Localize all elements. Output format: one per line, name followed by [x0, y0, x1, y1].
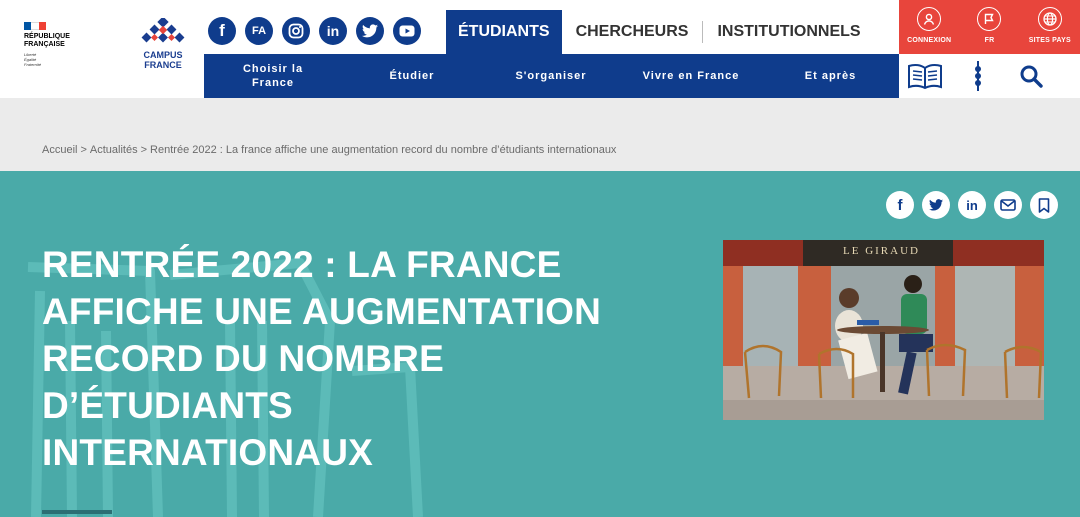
republique-name: RÉPUBLIQUE FRANÇAISE: [24, 33, 70, 48]
breadcrumb-band: Accueil > Actualités > Rentrée 2022 : La…: [0, 98, 1080, 171]
connexion-label: CONNEXION: [907, 37, 952, 44]
share-bookmark-icon[interactable]: [1030, 191, 1058, 219]
catalogue-book-icon[interactable]: [899, 62, 951, 90]
language-button[interactable]: FR: [959, 0, 1019, 54]
article-hero: f in RENTRÉE 2022 : LA FRANCE AFFICHE UN…: [0, 171, 1080, 517]
share-linkedin-glyph: in: [966, 197, 978, 213]
menu-dots-icon[interactable]: [951, 59, 1005, 93]
globe-icon: [1037, 7, 1062, 31]
article-title: RENTRÉE 2022 : LA FRANCE AFFICHE UNE AUG…: [42, 244, 602, 473]
breadcrumb-separator: >: [80, 144, 87, 156]
photo-sign-text: LE GIRAUD: [843, 245, 920, 257]
breadcrumb-current: Rentrée 2022 : La france affiche une aug…: [150, 144, 617, 156]
twitter-glyph: [362, 24, 378, 38]
breadcrumb: Accueil > Actualités > Rentrée 2022 : La…: [42, 144, 616, 156]
fa-icon[interactable]: FA: [245, 17, 273, 45]
breadcrumb-actualites[interactable]: Actualités: [90, 144, 138, 156]
connexion-button[interactable]: CONNEXION: [899, 0, 959, 54]
site-header: RÉPUBLIQUE FRANÇAISE Liberté Égalité Fra…: [0, 0, 1080, 98]
french-flag-icon: [24, 22, 46, 30]
share-email-icon[interactable]: [994, 191, 1022, 219]
share-twitter-icon[interactable]: [922, 191, 950, 219]
instagram-icon[interactable]: [282, 17, 310, 45]
breadcrumb-separator: >: [140, 144, 148, 156]
campus-france-logo[interactable]: CAMPUS FRANCE: [132, 18, 194, 70]
share-bar: f in: [886, 191, 1058, 219]
instagram-glyph: [288, 23, 304, 39]
campus-france-wordmark: CAMPUS FRANCE: [143, 50, 183, 70]
republique-francaise-logo[interactable]: RÉPUBLIQUE FRANÇAISE Liberté Égalité Fra…: [24, 22, 94, 67]
nav-choisir-la-france[interactable]: Choisir la France: [204, 62, 342, 90]
utility-bar: CONNEXION FR SITES PAYS: [899, 0, 1080, 54]
nav-vivre-en-france[interactable]: Vivre en France: [620, 69, 762, 83]
linkedin-glyph: in: [326, 23, 340, 39]
campus-france-mark-icon: [141, 18, 185, 43]
social-links: f FA in: [208, 17, 421, 45]
tab-chercheurs[interactable]: CHERCHEURS: [562, 10, 703, 54]
sites-pays-label: SITES PAYS: [1028, 37, 1071, 44]
header-tools: [899, 54, 1080, 98]
nav-et-apres[interactable]: Et après: [762, 69, 899, 83]
tab-institutionnels[interactable]: INSTITUTIONNELS: [703, 10, 874, 54]
share-linkedin-icon[interactable]: in: [958, 191, 986, 219]
nav-s-organiser[interactable]: S'organiser: [482, 69, 620, 83]
share-facebook-icon[interactable]: f: [886, 191, 914, 219]
audience-tabs: ÉTUDIANTS CHERCHEURS INSTITUTIONNELS: [446, 10, 875, 54]
title-underline: [42, 510, 112, 514]
youtube-icon[interactable]: [393, 17, 421, 45]
youtube-glyph: [399, 25, 415, 37]
search-icon[interactable]: [1005, 64, 1057, 88]
user-icon: [917, 7, 942, 31]
breadcrumb-accueil[interactable]: Accueil: [42, 144, 77, 156]
facebook-glyph: f: [219, 21, 225, 40]
main-navigation: Choisir la France Étudier S'organiser Vi…: [204, 54, 899, 98]
article-photo: LE GIRAUD: [723, 240, 1044, 420]
republique-motto: Liberté Égalité Fraternité: [24, 52, 42, 67]
facebook-icon[interactable]: f: [208, 17, 236, 45]
nav-etudier[interactable]: Étudier: [342, 69, 482, 83]
twitter-icon[interactable]: [356, 17, 384, 45]
flag-icon: [977, 7, 1002, 31]
fa-glyph: FA: [251, 25, 267, 37]
tab-etudiants[interactable]: ÉTUDIANTS: [446, 10, 562, 54]
share-facebook-glyph: f: [897, 196, 903, 214]
sites-pays-button[interactable]: SITES PAYS: [1020, 0, 1080, 54]
language-label: FR: [984, 37, 995, 44]
linkedin-icon[interactable]: in: [319, 17, 347, 45]
